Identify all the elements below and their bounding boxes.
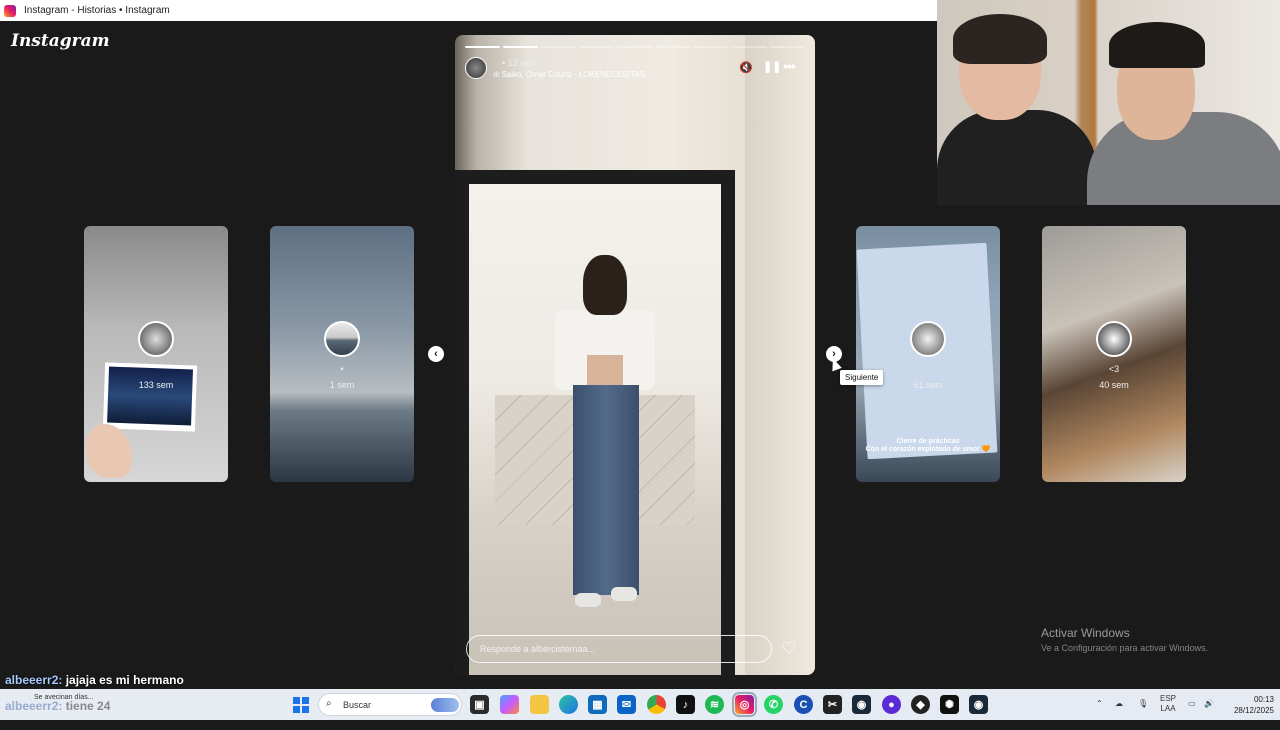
capcut-icon[interactable]: ✂ bbox=[823, 695, 842, 714]
overlay-message: tiene 24 bbox=[65, 699, 111, 713]
file-explorer-icon[interactable] bbox=[530, 695, 549, 714]
chrome-icon[interactable] bbox=[647, 695, 666, 714]
mute-button[interactable]: 🔇 bbox=[739, 61, 753, 74]
stream-overlay-text: albeeerr2: tiene 24 bbox=[5, 699, 110, 713]
preview-caption: Cierre de prácticas Con el corazón explo… bbox=[865, 438, 991, 453]
taskbar-search[interactable]: ⌕ Buscar bbox=[318, 693, 462, 716]
edge-icon[interactable] bbox=[559, 695, 578, 714]
story-time-value: 12 sem bbox=[507, 58, 538, 68]
story-music-label: Saiko, Omar Courtz · LOKENECESITAS bbox=[501, 70, 645, 79]
whatsapp-icon[interactable]: ✆ bbox=[764, 695, 783, 714]
app-c-icon[interactable]: C bbox=[794, 695, 813, 714]
spotify-icon[interactable]: ≋ bbox=[705, 695, 724, 714]
volume-icon[interactable]: 🔊 bbox=[1204, 699, 1214, 730]
store-icon[interactable]: ▦ bbox=[588, 695, 607, 714]
heart-icon: ♡ bbox=[781, 639, 797, 658]
chevron-up-icon[interactable]: ⌃ bbox=[1096, 699, 1103, 730]
instagram-favicon-icon bbox=[4, 4, 16, 17]
chat-username: albeeerr2: bbox=[5, 673, 63, 687]
keyboard-layout: LAA bbox=[1160, 704, 1176, 713]
story-header: • 12 sem ılı Saiko, Omar Courtz · LOKENE… bbox=[465, 57, 805, 81]
progress-segment bbox=[655, 46, 691, 48]
avatar bbox=[1096, 321, 1132, 357]
story-username: <3 bbox=[1108, 364, 1120, 374]
progress-segment bbox=[541, 46, 577, 48]
windows-activation-watermark: Activar Windows Ve a Configuración para … bbox=[1041, 626, 1208, 653]
search-label: Buscar bbox=[343, 700, 372, 710]
speaker-muted-icon: 🔇 bbox=[739, 62, 753, 74]
activation-title: Activar Windows bbox=[1041, 626, 1130, 640]
next-tooltip: Siguiente bbox=[840, 370, 884, 385]
progress-segment bbox=[769, 46, 805, 48]
avatar bbox=[324, 321, 360, 357]
task-view-icon[interactable]: ▣ bbox=[470, 695, 489, 714]
search-highlight-icon bbox=[431, 698, 459, 712]
start-button[interactable] bbox=[293, 697, 309, 713]
story-preview[interactable]: <3 40 sem bbox=[1042, 226, 1186, 482]
tiktok-icon[interactable]: ♪ bbox=[676, 695, 695, 714]
outlook-icon[interactable]: ✉ bbox=[617, 695, 636, 714]
pause-button[interactable]: ❚❚ bbox=[763, 60, 781, 73]
chat-text: jajaja es mi hermano bbox=[65, 673, 184, 687]
story-progress-bar bbox=[465, 46, 805, 48]
preview-hand bbox=[86, 424, 132, 478]
progress-segment bbox=[731, 46, 767, 48]
github-icon[interactable]: ◆ bbox=[911, 695, 930, 714]
language-indicator[interactable]: ESP LAA bbox=[1160, 694, 1176, 725]
windows-taskbar: Se avecinan días... albeeerr2: tiene 24 … bbox=[0, 689, 1280, 720]
preview-photo bbox=[102, 362, 198, 432]
webcam-overlay bbox=[937, 0, 1280, 205]
story-image-person bbox=[535, 255, 675, 635]
progress-segment bbox=[579, 46, 615, 48]
chatgpt-icon[interactable]: ✺ bbox=[940, 695, 959, 714]
window-title: Instagram - Historias • Instagram bbox=[24, 5, 170, 16]
more-options-button[interactable]: ••• bbox=[783, 58, 796, 74]
language-code: ESP bbox=[1160, 694, 1177, 703]
activation-subtitle: Ve a Configuración para activar Windows. bbox=[1041, 643, 1209, 653]
more-horizontal-icon: ••• bbox=[783, 58, 796, 74]
story-username: • bbox=[340, 364, 344, 374]
active-story[interactable]: • 12 sem ılı Saiko, Omar Courtz · LOKENE… bbox=[455, 35, 815, 675]
instagram-taskbar-icon[interactable]: ◎ bbox=[732, 692, 757, 717]
story-age: 40 sem bbox=[1099, 380, 1129, 390]
story-time: • 12 sem bbox=[502, 58, 538, 68]
story-age: 133 sem bbox=[138, 380, 174, 390]
display-icon[interactable]: ▭ bbox=[1188, 699, 1196, 730]
reply-input[interactable] bbox=[466, 635, 772, 663]
previous-story-button[interactable]: ‹ bbox=[428, 346, 444, 362]
progress-segment bbox=[465, 46, 501, 48]
instagram-logo[interactable]: Instagram bbox=[11, 31, 110, 51]
story-music[interactable]: ılı Saiko, Omar Courtz · LOKENECESITAS bbox=[493, 70, 645, 79]
story-age: 1 sem bbox=[329, 380, 355, 390]
steam-icon[interactable]: ◉ bbox=[852, 695, 871, 714]
copilot-icon[interactable] bbox=[500, 695, 519, 714]
avatar bbox=[138, 321, 174, 357]
like-button[interactable]: ♡ bbox=[781, 640, 796, 657]
story-preview[interactable]: 61 sem Cierre de prácticas Con el corazó… bbox=[856, 226, 1000, 482]
microphone-icon[interactable]: 🎙 bbox=[1138, 699, 1148, 730]
search-icon: ⌕ bbox=[326, 698, 332, 709]
progress-segment bbox=[693, 46, 729, 48]
network-icon[interactable]: ☁ bbox=[1115, 699, 1123, 730]
clock-date: 28/12/2025 bbox=[1233, 706, 1274, 715]
obs-icon[interactable]: ● bbox=[882, 695, 901, 714]
chevron-left-icon: ‹ bbox=[434, 347, 438, 360]
story-preview[interactable]: 133 sem bbox=[84, 226, 228, 482]
steam-2-icon[interactable]: ◉ bbox=[969, 695, 988, 714]
pause-icon: ❚❚ bbox=[763, 61, 782, 73]
progress-segment bbox=[617, 46, 653, 48]
avatar bbox=[910, 321, 946, 357]
clock-time: 00:13 bbox=[1253, 695, 1274, 704]
taskbar-clock[interactable]: 00:13 28/12/2025 bbox=[1222, 694, 1274, 716]
avatar[interactable] bbox=[465, 57, 487, 79]
story-preview[interactable]: • 1 sem bbox=[270, 226, 414, 482]
stream-chat-message: albeeerr2: jajaja es mi hermano bbox=[5, 673, 184, 687]
progress-segment bbox=[503, 46, 539, 48]
overlay-user: albeeerr2: bbox=[5, 699, 63, 713]
story-image-door bbox=[745, 35, 815, 675]
